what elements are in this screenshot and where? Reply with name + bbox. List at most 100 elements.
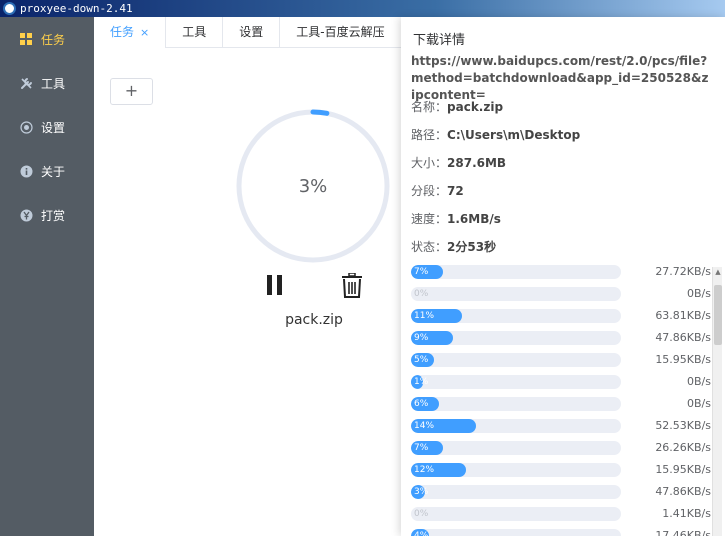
segment-progress-track: 12% (411, 463, 621, 477)
pause-icon-bar (277, 275, 282, 295)
segment-speed: 0B/s (687, 375, 711, 388)
grid-icon (19, 32, 33, 46)
sidebar-item-tools[interactable]: 工具 (0, 61, 94, 105)
segment-speed: 63.81KB/s (655, 309, 711, 322)
segment-row: 12% 15.95KB/s (411, 463, 711, 477)
info-row-name: 名称：pack.zip (411, 100, 504, 114)
segment-progress-track: 4% (411, 529, 621, 536)
segment-row: 7% 27.72KB/s (411, 265, 711, 279)
segment-row: 6% 0B/s (411, 397, 711, 411)
segment-progress-track: 0% (411, 507, 621, 521)
delete-button[interactable] (341, 272, 363, 299)
segment-percent: 9% (414, 333, 429, 343)
segment-progress-track: 5% (411, 353, 621, 367)
progress-percent: 3% (298, 175, 328, 197)
window-title: proxyee-down-2.41 (20, 2, 133, 15)
app-icon (3, 2, 16, 15)
tab-label: 工具-百度云解压 (296, 25, 385, 39)
segment-row: 5% 15.95KB/s (411, 353, 711, 367)
segment-percent: 0% (414, 509, 429, 519)
info-row-size: 大小：287.6MB (411, 156, 507, 170)
segment-progress-track: 7% (411, 441, 621, 455)
segment-percent: 14% (414, 421, 435, 431)
segment-percent: 12% (414, 465, 435, 475)
segment-speed: 47.86KB/s (655, 485, 711, 498)
segment-percent: 4% (414, 531, 429, 536)
sidebar-item-label: 设置 (41, 120, 66, 135)
segment-speed: 1.41KB/s (662, 507, 711, 520)
segment-progress-track: 14% (411, 419, 621, 433)
info-icon (19, 164, 33, 178)
segment-row: 14% 52.53KB/s (411, 419, 711, 433)
segment-speed: 15.95KB/s (655, 353, 711, 366)
segment-progress-track: 9% (411, 331, 621, 345)
segment-row: 0% 0B/s (411, 287, 711, 301)
segment-row: 3% 47.86KB/s (411, 485, 711, 499)
segment-speed: 52.53KB/s (655, 419, 711, 432)
pause-icon-bar (267, 275, 272, 295)
task-file-name: pack.zip (285, 312, 343, 328)
segment-percent: 3% (414, 487, 429, 497)
yen-icon (19, 208, 33, 222)
info-row-path: 路径：C:\Users\m\Desktop (411, 128, 581, 142)
tools-icon (19, 76, 33, 90)
sidebar-item-settings[interactable]: 设置 (0, 105, 94, 149)
sidebar-item-label: 工具 (41, 76, 66, 91)
close-icon[interactable]: × (140, 26, 149, 39)
sidebar-item-label: 打赏 (41, 208, 66, 223)
window-titlebar: proxyee-down-2.41 (0, 0, 725, 17)
segment-progress-track: 7% (411, 265, 621, 279)
segment-progress-track: 6% (411, 397, 621, 411)
segment-percent: 7% (414, 267, 429, 277)
segment-row: 1% 0B/s (411, 375, 711, 389)
detail-title: 下载详情 (413, 33, 466, 48)
scroll-thumb[interactable] (714, 285, 722, 345)
info-row-speed: 速度：1.6MB/s (411, 212, 501, 226)
info-row-segments: 分段：72 (411, 184, 464, 198)
segment-progress-track: 1% (411, 375, 621, 389)
tab-baidu-unzip[interactable]: 工具-百度云解压 (280, 17, 402, 48)
tab-tools[interactable]: 工具 (166, 17, 224, 48)
sidebar-item-label: 任务 (41, 32, 66, 47)
tab-label: 设置 (239, 25, 264, 39)
sidebar-item-tasks[interactable]: 任务 (0, 17, 94, 61)
segment-row: 4% 17.46KB/s (411, 529, 711, 536)
tab-label: 工具 (182, 25, 207, 39)
add-task-button[interactable]: + (110, 78, 153, 105)
segment-percent: 11% (414, 311, 435, 321)
pause-button[interactable] (265, 273, 287, 297)
gear-icon (19, 120, 33, 134)
segment-speed: 47.86KB/s (655, 331, 711, 344)
segment-progress-track: 3% (411, 485, 621, 499)
segment-row: 11% 63.81KB/s (411, 309, 711, 323)
segment-speed: 26.26KB/s (655, 441, 711, 454)
info-row-status: 状态：2分53秒 (411, 240, 497, 254)
segment-row: 7% 26.26KB/s (411, 441, 711, 455)
segment-percent: 6% (414, 399, 429, 409)
sidebar-item-about[interactable]: 关于 (0, 149, 94, 193)
segment-percent: 0% (414, 289, 429, 299)
sidebar: 任务 工具 设置 关于 打赏 (0, 17, 94, 536)
tab-tasks[interactable]: 任务 × (94, 17, 167, 48)
segment-speed: 27.72KB/s (655, 265, 711, 278)
segment-speed: 0B/s (687, 397, 711, 410)
download-url: https://www.baidupcs.com/rest/2.0/pcs/fi… (411, 54, 709, 102)
tab-settings[interactable]: 设置 (223, 17, 281, 48)
download-detail-panel: 下载详情 https://www.baidupcs.com/rest/2.0/p… (401, 17, 725, 536)
segment-percent: 7% (414, 443, 429, 453)
scroll-up-icon[interactable]: ▲ (714, 267, 722, 277)
sidebar-item-donate[interactable]: 打赏 (0, 193, 94, 237)
segment-progress-track: 11% (411, 309, 621, 323)
segment-row: 0% 1.41KB/s (411, 507, 711, 521)
trash-icon (342, 272, 362, 298)
segment-speed: 17.46KB/s (655, 529, 711, 536)
tab-label: 任务 (110, 25, 135, 39)
sidebar-item-label: 关于 (41, 164, 66, 179)
segment-percent: 1% (414, 377, 429, 387)
segment-speed: 15.95KB/s (655, 463, 711, 476)
segment-scrollbar[interactable]: ▲ (712, 267, 722, 536)
segment-speed: 0B/s (687, 287, 711, 300)
segment-percent: 5% (414, 355, 429, 365)
segment-progress-track: 0% (411, 287, 621, 301)
segment-row: 9% 47.86KB/s (411, 331, 711, 345)
